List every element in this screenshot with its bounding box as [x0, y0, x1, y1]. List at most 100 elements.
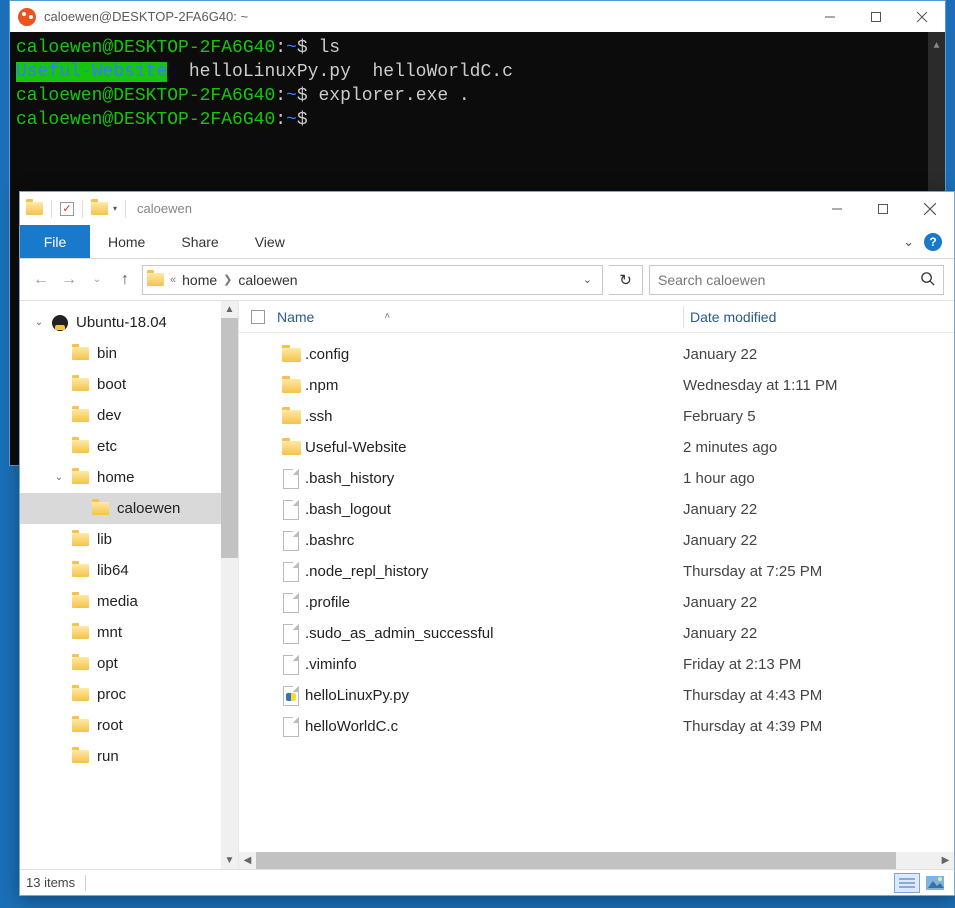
- tree-item[interactable]: opt: [20, 648, 238, 679]
- file-name: Useful-Website: [305, 439, 683, 456]
- breadcrumb-item[interactable]: caloewen: [238, 272, 297, 288]
- nav-back-button[interactable]: ←: [30, 266, 52, 294]
- close-button[interactable]: [906, 192, 954, 225]
- refresh-button[interactable]: ↻: [609, 265, 643, 295]
- terminal-window-controls: [807, 1, 945, 32]
- file-row[interactable]: .profileJanuary 22: [239, 587, 954, 618]
- ribbon-expand-icon[interactable]: ⌄: [903, 234, 914, 250]
- status-item-count: 13 items: [26, 875, 75, 890]
- minimize-button[interactable]: [814, 192, 860, 225]
- ribbon-file-tab[interactable]: File: [20, 225, 90, 258]
- address-bar[interactable]: « home ❯ caloewen ⌄: [142, 265, 603, 295]
- tree-item[interactable]: mnt: [20, 617, 238, 648]
- tree-item[interactable]: caloewen: [20, 493, 238, 524]
- prompt-user-host: caloewen@DESKTOP-2FA6G40: [16, 86, 275, 106]
- prompt-symbol: $: [297, 86, 308, 106]
- breadcrumb-item[interactable]: home: [182, 272, 217, 288]
- nav-up-button[interactable]: ↑: [114, 266, 136, 294]
- tree-item[interactable]: lib64: [20, 555, 238, 586]
- folder-icon: [72, 347, 89, 360]
- folder-icon: [282, 441, 301, 455]
- close-button[interactable]: [899, 1, 945, 32]
- nav-forward-button[interactable]: →: [58, 266, 80, 294]
- ribbon-tab-view[interactable]: View: [237, 225, 303, 258]
- terminal-output: helloLinuxPy.py helloWorldC.c: [167, 62, 513, 82]
- file-row[interactable]: .sudo_as_admin_successfulJanuary 22: [239, 618, 954, 649]
- file-row[interactable]: .viminfoFriday at 2:13 PM: [239, 649, 954, 680]
- help-icon[interactable]: ?: [924, 233, 942, 251]
- minimize-button[interactable]: [807, 1, 853, 32]
- tree-item[interactable]: dev: [20, 400, 238, 431]
- prompt-symbol: $: [297, 110, 308, 130]
- scroll-right-icon[interactable]: ▶: [937, 852, 954, 869]
- horizontal-scrollbar[interactable]: ◀ ▶: [239, 852, 954, 869]
- scrollbar-thumb[interactable]: [256, 852, 896, 869]
- maximize-button[interactable]: [853, 1, 899, 32]
- tree-item[interactable]: root: [20, 710, 238, 741]
- tree-item[interactable]: ⌄home: [20, 462, 238, 493]
- nav-recent-dropdown[interactable]: ⌄: [86, 266, 108, 294]
- file-row[interactable]: .npmWednesday at 1:11 PM: [239, 370, 954, 401]
- details-view-button[interactable]: [894, 873, 920, 893]
- file-row[interactable]: .configJanuary 22: [239, 339, 954, 370]
- scroll-up-icon[interactable]: ▲: [933, 35, 939, 59]
- separator: [51, 200, 52, 218]
- file-row[interactable]: Useful-Website2 minutes ago: [239, 432, 954, 463]
- file-name: .node_repl_history: [305, 563, 683, 580]
- ribbon-tab-share[interactable]: Share: [163, 225, 236, 258]
- tree-item[interactable]: proc: [20, 679, 238, 710]
- file-row[interactable]: .bash_history1 hour ago: [239, 463, 954, 494]
- tree-scrollbar[interactable]: ▲ ▼: [221, 301, 238, 869]
- thumbnails-view-button[interactable]: [922, 873, 948, 893]
- tree-item[interactable]: run: [20, 741, 238, 772]
- explorer-title: caloewen: [137, 201, 192, 216]
- search-placeholder: Search caloewen: [658, 272, 765, 288]
- separator: [85, 875, 86, 891]
- column-date[interactable]: Date modified: [690, 309, 954, 325]
- scroll-down-icon[interactable]: ▼: [221, 852, 238, 869]
- file-row[interactable]: .node_repl_historyThursday at 7:25 PM: [239, 556, 954, 587]
- folder-icon: [72, 471, 89, 484]
- navigation-tree[interactable]: ⌄Ubuntu-18.04binbootdevetc⌄homecaloewenl…: [20, 301, 239, 869]
- qat-dropdown-icon[interactable]: ▾: [113, 204, 117, 213]
- file-date: January 22: [683, 594, 954, 611]
- ribbon-tab-home[interactable]: Home: [90, 225, 163, 258]
- file-row[interactable]: helloWorldC.cThursday at 4:39 PM: [239, 711, 954, 742]
- tree-expand-icon[interactable]: ⌄: [54, 472, 64, 483]
- tree-item[interactable]: etc: [20, 431, 238, 462]
- file-row[interactable]: .bash_logoutJanuary 22: [239, 494, 954, 525]
- separator: [125, 200, 126, 218]
- select-all-checkbox[interactable]: [251, 310, 277, 324]
- tree-item[interactable]: bin: [20, 338, 238, 369]
- address-dropdown-icon[interactable]: ⌄: [577, 273, 598, 286]
- status-bar: 13 items: [20, 869, 954, 895]
- folder-icon: [91, 202, 108, 215]
- file-list[interactable]: .configJanuary 22.npmWednesday at 1:11 P…: [239, 333, 954, 852]
- scroll-left-icon[interactable]: ◀: [239, 852, 256, 869]
- folder-icon: [282, 410, 301, 424]
- tree-expand-icon[interactable]: ⌄: [34, 317, 44, 328]
- file-icon: [283, 531, 299, 551]
- scroll-up-icon[interactable]: ▲: [221, 301, 238, 318]
- scrollbar-thumb[interactable]: [221, 318, 238, 558]
- file-name: .npm: [305, 377, 683, 394]
- column-divider[interactable]: [683, 306, 684, 328]
- maximize-button[interactable]: [860, 192, 906, 225]
- tree-item[interactable]: lib: [20, 524, 238, 555]
- tree-item[interactable]: ⌄Ubuntu-18.04: [20, 307, 238, 338]
- file-date: January 22: [683, 346, 954, 363]
- qat-properties-button[interactable]: ✓: [60, 202, 74, 216]
- tree-item[interactable]: boot: [20, 369, 238, 400]
- tree-item[interactable]: media: [20, 586, 238, 617]
- search-input[interactable]: Search caloewen: [649, 265, 944, 295]
- file-row[interactable]: .bashrcJanuary 22: [239, 525, 954, 556]
- file-row[interactable]: helloLinuxPy.pyThursday at 4:43 PM: [239, 680, 954, 711]
- column-name[interactable]: Name: [277, 309, 314, 325]
- terminal-command: explorer.exe .: [319, 86, 470, 106]
- file-icon: [283, 500, 299, 520]
- file-row[interactable]: .sshFebruary 5: [239, 401, 954, 432]
- terminal-titlebar[interactable]: caloewen@DESKTOP-2FA6G40: ~: [10, 1, 945, 32]
- explorer-window: ✓ ▾ caloewen File Home Share View ⌄ ?: [19, 191, 955, 896]
- sort-asc-icon[interactable]: ˄: [384, 311, 390, 322]
- explorer-titlebar[interactable]: ✓ ▾ caloewen: [20, 192, 954, 225]
